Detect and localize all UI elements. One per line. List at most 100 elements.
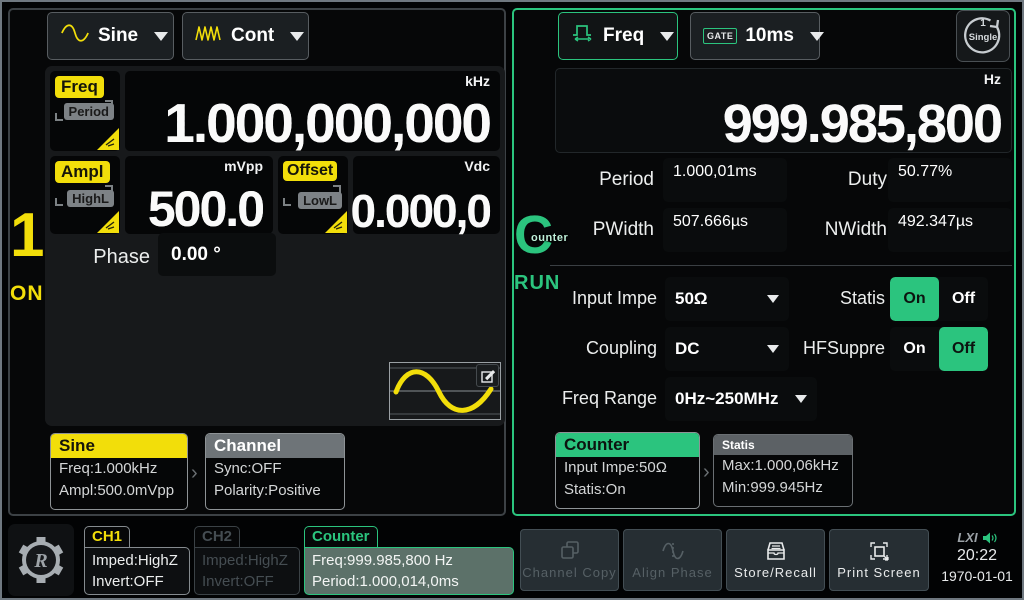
pwidth-stat-label: PWidth bbox=[554, 219, 654, 241]
lxi-logo: LXI bbox=[957, 530, 977, 545]
period-stat-label: Period bbox=[554, 169, 654, 191]
clock-time: 20:22 bbox=[934, 545, 1020, 567]
hf-suppress-off-option[interactable]: Off bbox=[939, 327, 988, 371]
statis-toggle[interactable]: On Off bbox=[890, 277, 988, 321]
ch1-status-tab[interactable]: CH1 Imped:HighZ Invert:OFF bbox=[84, 526, 190, 595]
corner-bracket bbox=[55, 198, 63, 206]
ampl-label[interactable]: Ampl bbox=[55, 161, 110, 183]
single-trigger-button[interactable]: 1 Single bbox=[956, 10, 1010, 62]
mode-dropdown[interactable]: Cont bbox=[182, 12, 309, 60]
continuous-wave-icon bbox=[195, 24, 223, 48]
gear-icon: R bbox=[13, 531, 69, 589]
period-label[interactable]: Period bbox=[64, 103, 114, 120]
freq-label[interactable]: Freq bbox=[55, 76, 104, 98]
lowl-label[interactable]: LowL bbox=[298, 192, 342, 209]
counter-status-line: Freq:999.985,800 Hz bbox=[312, 550, 506, 571]
statis-on-option[interactable]: On bbox=[890, 277, 939, 321]
coupling-dropdown[interactable]: DC bbox=[665, 327, 789, 371]
counter-status-line: Period:1.000,014,0ms bbox=[312, 571, 506, 592]
freq-range-dropdown[interactable]: 0Hz~250MHz bbox=[665, 377, 817, 421]
channel-info-tab[interactable]: Channel Sync:OFF Polarity:Positive bbox=[205, 433, 345, 510]
channel-info-line: Polarity:Positive bbox=[206, 480, 344, 502]
single-label: Single bbox=[957, 32, 1009, 43]
store-recall-label: Store/Recall bbox=[734, 565, 817, 580]
channel-state: ON bbox=[10, 282, 40, 306]
system-status-area: LXI 20:22 1970-01-01 bbox=[934, 524, 1020, 596]
chevron-down-icon bbox=[660, 32, 674, 41]
freq-period-selector[interactable]: Freq Period bbox=[50, 71, 120, 151]
input-impedance-dropdown[interactable]: 50Ω bbox=[665, 277, 789, 321]
counter-status-tab[interactable]: Counter Freq:999.985,800 Hz Period:1.000… bbox=[304, 526, 514, 595]
clock-date: 1970-01-01 bbox=[934, 567, 1020, 585]
chevron-down-icon bbox=[290, 32, 304, 41]
statis-info-tab[interactable]: Statis Max:1.000,06kHz Min:999.945Hz bbox=[713, 434, 853, 507]
ch2-tab-title: CH2 bbox=[194, 526, 240, 547]
align-phase-label: Align Phase bbox=[632, 565, 712, 580]
pwidth-stat-value: 507.666µs bbox=[663, 208, 787, 252]
hf-suppress-label: HFSuppre bbox=[794, 338, 885, 359]
sine-info-tab[interactable]: Sine Freq:1.000kHz Ampl:500.0mVpp bbox=[50, 433, 188, 510]
highl-label[interactable]: HighL bbox=[67, 190, 114, 207]
chevron-down-icon bbox=[810, 32, 824, 41]
ampl-selector[interactable]: Ampl HighL bbox=[50, 156, 120, 234]
chevron-right-icon: › bbox=[703, 461, 710, 484]
print-screen-button[interactable]: Print Screen bbox=[829, 529, 929, 591]
counter-info-line: Statis:On bbox=[556, 479, 699, 501]
counter-mode-dropdown[interactable]: Freq bbox=[558, 12, 678, 60]
counter-indicator: C ounter RUN bbox=[514, 208, 554, 295]
coupling-label: Coupling bbox=[544, 338, 657, 359]
divider bbox=[550, 265, 1012, 266]
statis-info-line: Min:999.945Hz bbox=[714, 477, 852, 499]
hf-suppress-on-option[interactable]: On bbox=[890, 327, 939, 371]
waveform-preview[interactable] bbox=[389, 362, 501, 420]
ch2-status-line: Imped:HighZ bbox=[202, 550, 292, 571]
counter-panel: C ounter RUN Freq GATE 10ms 1 Single bbox=[512, 8, 1016, 516]
offset-selector[interactable]: Offset LowL bbox=[278, 156, 348, 234]
phase-input[interactable]: 0.00 ° bbox=[158, 233, 276, 276]
amplitude-display[interactable]: mVpp 500.0 bbox=[125, 156, 273, 234]
waveform-dropdown[interactable]: Sine bbox=[47, 12, 174, 60]
gate-time-label: 10ms bbox=[745, 25, 794, 47]
counter-info-tab[interactable]: Counter Input Impe:50Ω Statis:On bbox=[555, 432, 700, 509]
frequency-display[interactable]: kHz 1.000,000,000 bbox=[125, 71, 500, 151]
channel1-settings-area: Freq Period kHz 1.000,000,000 Ampl HighL… bbox=[45, 66, 505, 426]
gate-time-dropdown[interactable]: GATE 10ms bbox=[690, 12, 820, 60]
freq-range-value: 0Hz~250MHz bbox=[675, 389, 778, 409]
coupling-value: DC bbox=[675, 339, 700, 359]
ch2-status-tab[interactable]: CH2 Imped:HighZ Invert:OFF bbox=[194, 526, 300, 595]
ch2-status-line: Invert:OFF bbox=[202, 571, 292, 592]
archive-icon bbox=[764, 540, 788, 562]
sine-info-title: Sine bbox=[51, 434, 187, 458]
counter-info-title: Counter bbox=[556, 433, 699, 457]
system-settings-button[interactable]: R bbox=[8, 524, 74, 596]
channel-number: 1 bbox=[10, 204, 40, 268]
nwidth-stat-label: NWidth bbox=[794, 219, 887, 241]
statis-info-line: Max:1.000,06kHz bbox=[714, 455, 852, 477]
store-recall-button[interactable]: Store/Recall bbox=[726, 529, 825, 591]
edit-waveform-button[interactable] bbox=[476, 364, 499, 387]
chevron-down-icon bbox=[154, 32, 168, 41]
waveform-dropdown-label: Sine bbox=[98, 25, 138, 47]
frequency-unit: kHz bbox=[135, 74, 490, 89]
counter-tab-title: Counter bbox=[304, 526, 378, 547]
sine-icon bbox=[60, 24, 90, 48]
frequency-value: 1.000,000,000 bbox=[135, 89, 490, 149]
align-phase-button: Align Phase bbox=[623, 529, 722, 591]
duty-stat-value: 50.77% bbox=[888, 158, 1012, 202]
offset-unit: Vdc bbox=[363, 159, 490, 174]
offset-label[interactable]: Offset bbox=[283, 161, 337, 181]
offset-display[interactable]: Vdc 0.000,0 bbox=[353, 156, 500, 234]
hf-suppress-toggle[interactable]: On Off bbox=[890, 327, 988, 371]
input-impedance-value: 50Ω bbox=[675, 289, 708, 309]
chevron-down-icon bbox=[795, 395, 807, 403]
pulse-gate-icon bbox=[571, 22, 595, 50]
counter-info-line: Input Impe:50Ω bbox=[556, 457, 699, 479]
sine-info-line: Freq:1.000kHz bbox=[51, 458, 187, 480]
period-stat-value: 1.000,01ms bbox=[663, 158, 787, 202]
ch1-status-line: Imped:HighZ bbox=[92, 550, 182, 571]
statis-off-option[interactable]: Off bbox=[939, 277, 988, 321]
touch-toggle-icon bbox=[325, 211, 347, 233]
counter-frequency-display[interactable]: Hz 999.985,800 bbox=[555, 68, 1012, 153]
single-count: 1 bbox=[957, 18, 1009, 29]
align-phase-icon bbox=[660, 540, 686, 562]
